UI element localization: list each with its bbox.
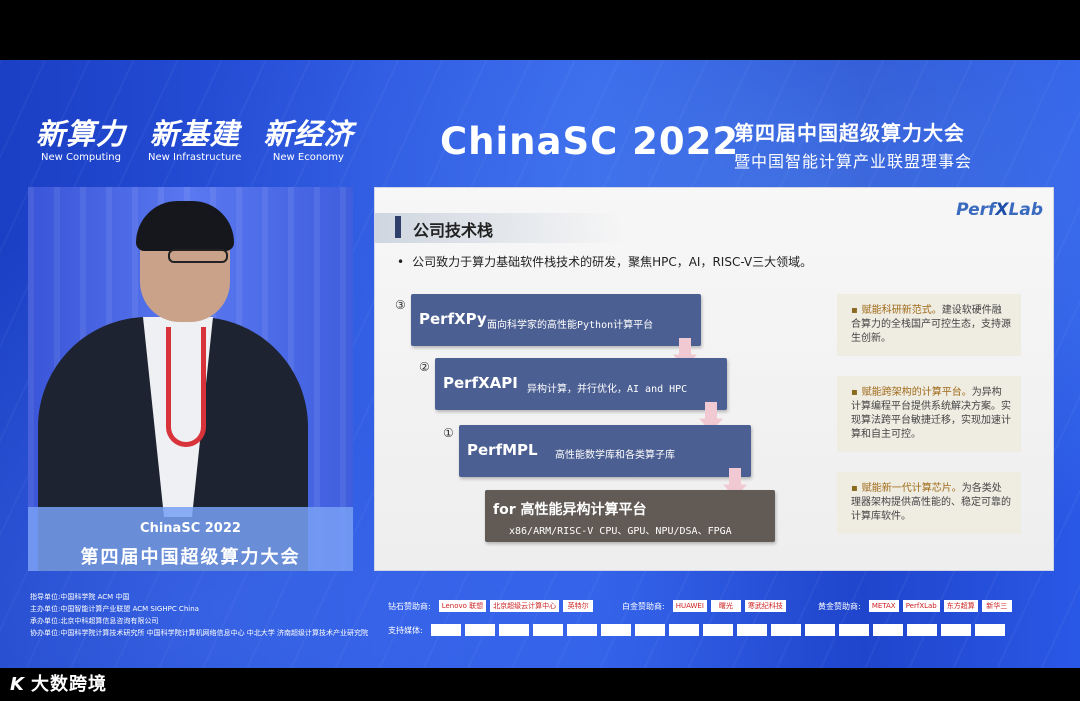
gold-sponsors: 黄金赞助商: METAX PerfXLab 东方超算 新华三 — [818, 600, 1012, 612]
note-chips: ▪ 赋能新一代计算芯片。为各类处理器架构提供高性能的、稳定可靠的计算库软件。 — [837, 472, 1021, 534]
stack-layer-perfxapi: PerfXAPI 异构计算，并行优化，AI and HPC — [435, 358, 727, 410]
media-logo — [566, 624, 597, 636]
bullet-icon: • — [397, 255, 405, 269]
conference-title: 第四届中国超级算力大会 暨中国智能计算产业联盟理事会 — [734, 121, 973, 171]
stack-layer-hardware: for 高性能异构计算平台 x86/ARM/RISC-V CPU、GPU、NPU… — [485, 490, 775, 542]
slide-bullet: • 公司致力于算力基础软件栈技术的研发，聚焦HPC，AI，RISC-V三大领域。 — [397, 255, 813, 269]
lanyard — [166, 327, 206, 447]
sponsor-logo: 新华三 — [981, 600, 1012, 612]
organizer-units: 承办单位:北京中科超算信息咨询有限公司 — [30, 617, 159, 625]
host-units: 主办单位:中国智能计算产业联盟 ACM SIGHPC China — [30, 605, 199, 613]
sponsor-logo: 东方超算 — [943, 600, 978, 612]
check-icon: ▪ — [851, 305, 858, 316]
slogan-economy: 新经济 New Economy — [263, 117, 354, 163]
check-icon: ▪ — [851, 387, 858, 398]
slogan-computing: 新算力 New Computing — [36, 117, 127, 163]
sponsor-logo: PerfXLab — [902, 600, 940, 612]
speaker-video: ChinaSC 2022 第四届中国超级算力大会 — [28, 187, 353, 571]
media-logo — [600, 624, 631, 636]
diamond-sponsors: 钻石赞助商: Lenovo 联想 北京超级云计算中心 英特尔 — [388, 600, 594, 612]
podium: ChinaSC 2022 第四届中国超级算力大会 — [28, 507, 353, 571]
media-logo — [872, 624, 903, 636]
media-logo — [668, 624, 699, 636]
guide-units: 指导单位:中国科学院 ACM 中国 — [30, 593, 130, 601]
stack-layer-perfxpy: PerfXPy 面向科学家的高性能Python计算平台 — [411, 294, 701, 346]
co-organizer-units: 协办单位:中国科学院计算技术研究所 中国科学院计算机网络信息中心 中北大学 济南… — [30, 629, 369, 637]
watermark-logo-icon: K — [10, 674, 25, 695]
sponsor-logo: HUAWEI — [672, 600, 707, 612]
stack-layer-perfmpl: PerfMPL 高性能数学库和各类算子库 — [459, 425, 751, 477]
media-logo — [430, 624, 461, 636]
stack-number: ① — [443, 426, 454, 440]
watermark: K 大数跨境 — [10, 674, 107, 695]
media-logo — [770, 624, 801, 636]
media-logo — [940, 624, 971, 636]
sponsor-strip: 指导单位:中国科学院 ACM 中国 主办单位:中国智能计算产业联盟 ACM SI… — [0, 588, 1080, 658]
media-logo — [974, 624, 1005, 636]
stack-number: ③ — [395, 298, 406, 312]
platinum-sponsors: 白金赞助商: HUAWEI 曙光 寒武纪科技 — [622, 600, 786, 612]
stack-number: ② — [419, 360, 430, 374]
sponsor-logo: 寒武纪科技 — [744, 600, 786, 612]
media-logo — [532, 624, 563, 636]
sponsor-logo: 北京超级云计算中心 — [490, 600, 560, 612]
presentation-slide: 公司技术栈 PerfXLab • 公司致力于算力基础软件栈技术的研发，聚焦HPC，… — [374, 187, 1054, 571]
note-research: ▪ 赋能科研新范式。建设软硬件融合算力的全栈国产可控生态，支持源生创新。 — [837, 294, 1021, 356]
media-logo — [736, 624, 767, 636]
sponsor-logo: METAX — [868, 600, 899, 612]
slogans: 新算力 New Computing 新基建 New Infrastructure… — [36, 118, 353, 163]
glasses — [168, 249, 228, 263]
media-logo — [634, 624, 665, 636]
media-logo — [702, 624, 733, 636]
title-marker — [395, 216, 401, 238]
sponsor-logo: 曙光 — [710, 600, 741, 612]
media-logo — [498, 624, 529, 636]
media-sponsors: 支持媒体: — [388, 624, 1005, 636]
media-logo — [464, 624, 495, 636]
note-platform: ▪ 赋能跨架构的计算平台。为异构计算编程平台提供系统解决方案。实现算法跨平台敏捷迁… — [837, 376, 1021, 452]
sponsor-logo: 英特尔 — [563, 600, 594, 612]
perfxlab-logo: PerfXLab — [956, 200, 1043, 220]
slide-title: 公司技术栈 — [413, 221, 494, 240]
slogan-infrastructure: 新基建 New Infrastructure — [148, 117, 242, 163]
event-brand: ChinaSC 2022 — [440, 120, 740, 163]
sponsor-logo: Lenovo 联想 — [438, 600, 487, 612]
media-logo — [906, 624, 937, 636]
check-icon: ▪ — [851, 483, 858, 494]
media-logo — [838, 624, 869, 636]
conference-stage: 新算力 New Computing 新基建 New Infrastructure… — [0, 60, 1080, 668]
media-logo — [804, 624, 835, 636]
